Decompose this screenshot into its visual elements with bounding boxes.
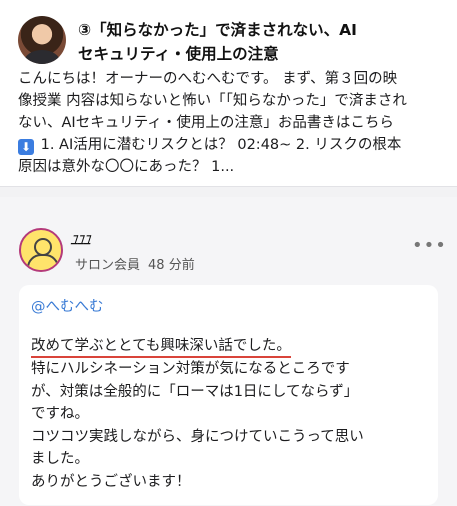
post-card[interactable]: ③「知らなかった」で済まされない、AI セキュリティ・使用上の注意 こんにちは！… [0, 0, 457, 186]
post-title-line: ③「知らなかった」で済まされない、AI [78, 21, 357, 39]
post-excerpt-line: ない、AIセキュリティ・使用上の注意」お品書きはこちら [18, 115, 394, 131]
author-avatar[interactable] [18, 16, 66, 64]
comment-line: コツコツ実践しながら、身につけていこうって思い [31, 428, 364, 445]
avatar-shoulders [24, 50, 60, 64]
member-role: サロン会員 [75, 258, 141, 273]
post-title[interactable]: ③「知らなかった」で済まされない、AI セキュリティ・使用上の注意 [78, 18, 418, 66]
avatar-body [27, 254, 59, 270]
comment-text: 改めて学ぶととても興味深い話でした。 特にハルシネーション対策が気になるところで… [31, 335, 431, 493]
underlined-text: 改めて学ぶととても興味深い話でした。 [31, 336, 291, 358]
post-title-line: セキュリティ・使用上の注意 [78, 45, 279, 63]
commenter-avatar[interactable] [19, 228, 63, 272]
comment-line: 特にハルシネーション対策が気になるところです [31, 361, 350, 377]
down-arrow-icon: ⬇ [18, 139, 34, 155]
post-excerpt[interactable]: こんにちは！オーナーのへむへむです。 まず、第３回の映 像授業 内容は知らないと… [18, 68, 448, 178]
post-excerpt-line: こんにちは！オーナーのへむへむです。 まず、第３回の映 [18, 71, 398, 87]
post-excerpt-line: 原因は意外な〇〇にあった？ 1... [18, 159, 235, 175]
comment-line: ました。 [31, 451, 89, 467]
comment-section: ﾕﾕﾕ サロン会員 48 分前 ••• @へむへむ 改めて学ぶととても興味深い話で… [0, 197, 457, 506]
comment-line: 改めて学ぶととても興味深い話でした。 [31, 335, 431, 358]
mention-link[interactable]: @へむへむ [31, 295, 104, 316]
post-excerpt-line: ⬇ 1. AI活用に潜むリスクとは？ 02:48~ 2. リスクの根本 [18, 134, 448, 156]
post-excerpt-text: 1. AI活用に潜むリスクとは？ 02:48~ 2. リスクの根本 [36, 137, 402, 153]
more-options-icon[interactable]: ••• [412, 237, 446, 255]
comment-meta: サロン会員 48 分前 [75, 254, 195, 273]
comment-line: ですね。 [31, 406, 89, 422]
comment-line: が、対策は全般的に「ローマは1日にしてならず」 [31, 383, 359, 400]
comment-line: ありがとうございます！ [31, 473, 191, 490]
comment-bubble: @へむへむ 改めて学ぶととても興味深い話でした。 特にハルシネーション対策が気に… [19, 285, 438, 505]
commenter-name[interactable]: ﾕﾕﾕ [70, 229, 90, 250]
post-excerpt-line: 像授業 内容は知らないと怖い「「知らなかった」で済まされ [18, 93, 407, 109]
comment-time: 48 分前 [148, 258, 195, 273]
section-divider [0, 186, 457, 197]
